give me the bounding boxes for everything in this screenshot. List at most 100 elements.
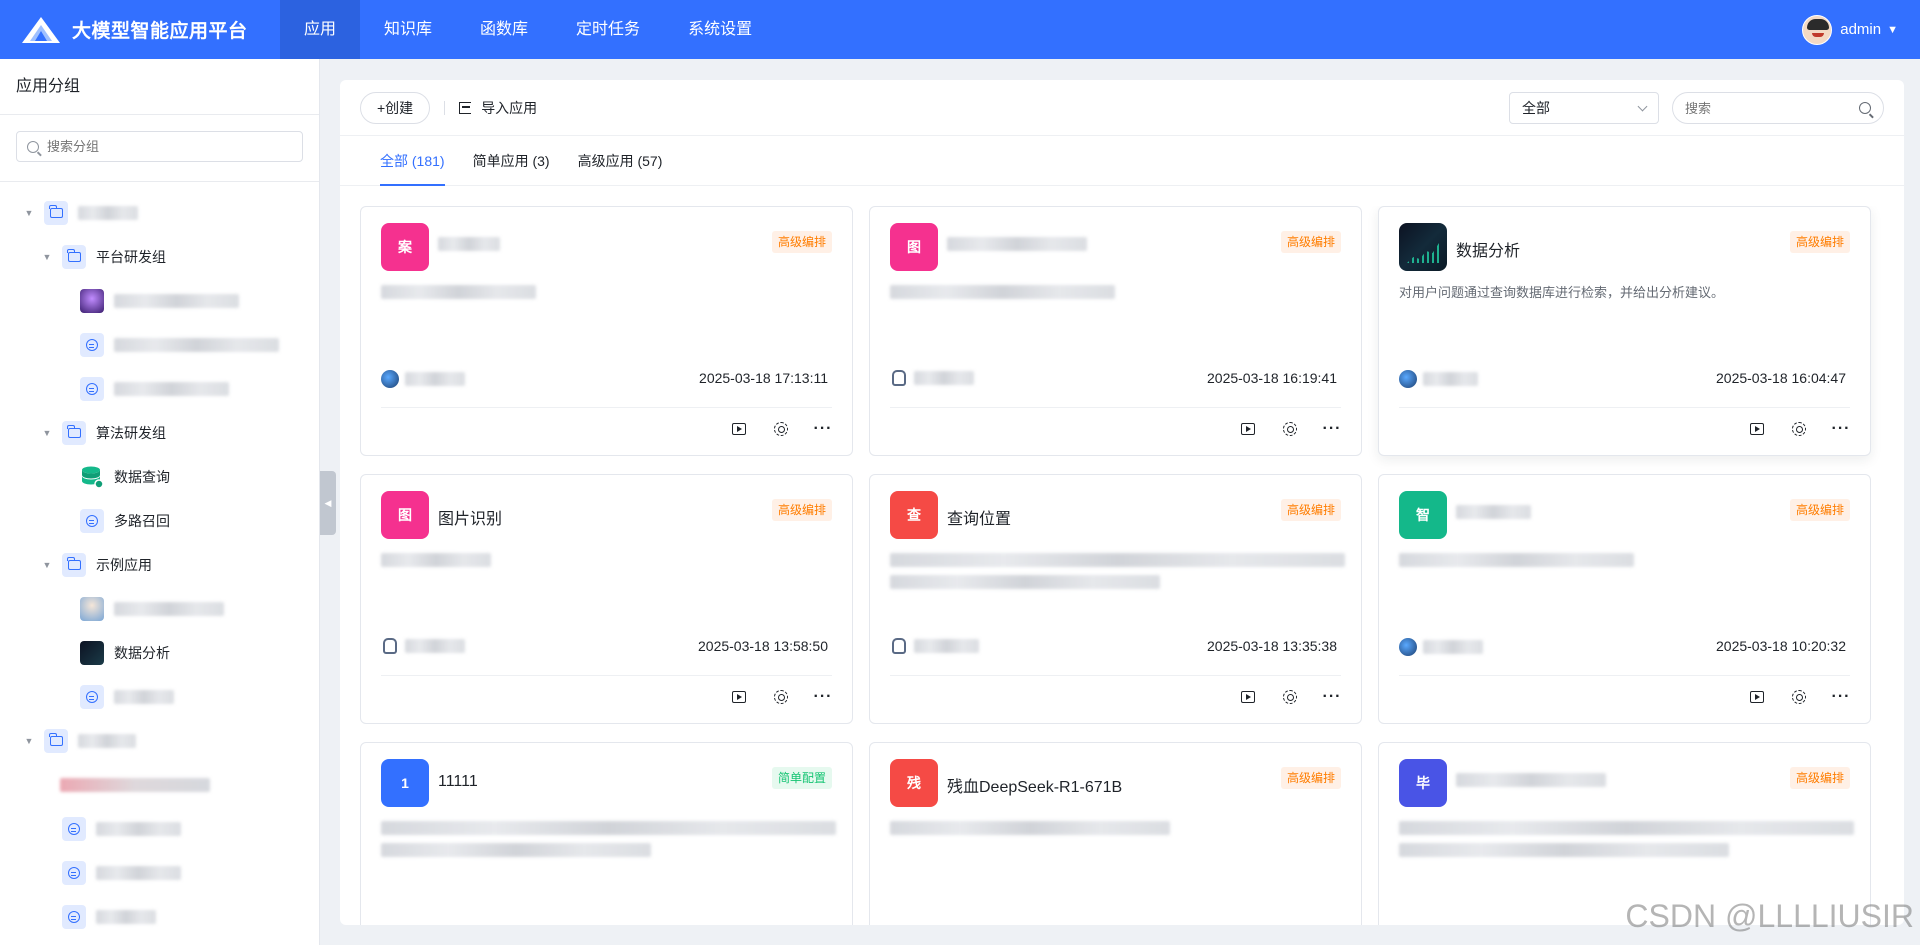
user-menu[interactable]: admin ▼ — [1802, 0, 1898, 59]
caret-down-icon[interactable]: ▼ — [42, 560, 52, 570]
more-button[interactable]: ··· — [1323, 420, 1341, 438]
main-nav: 应用 知识库 函数库 定时任务 系统设置 — [280, 0, 776, 59]
app-name: 查询位置 — [947, 511, 1012, 528]
tab-advanced[interactable]: 高级应用 (57) — [578, 136, 663, 186]
caret-down-icon[interactable]: ▼ — [42, 428, 52, 438]
tree-group-root[interactable]: ▼ — [0, 191, 319, 235]
run-button[interactable] — [1748, 420, 1766, 438]
app-search[interactable] — [1672, 92, 1884, 124]
app-type-tag: 高级编排 — [1280, 231, 1341, 253]
tree-app-item[interactable] — [0, 851, 319, 895]
tree-app-item[interactable] — [0, 763, 319, 807]
tree-app-multi-recall[interactable]: 多路召回 — [0, 499, 319, 543]
settings-button[interactable] — [1790, 420, 1808, 438]
app-search-input[interactable] — [1685, 100, 1845, 116]
card-divider — [381, 407, 832, 408]
data-analysis-icon — [1399, 223, 1447, 271]
search-icon[interactable] — [1859, 102, 1871, 114]
app-card[interactable]: 智 高级编排 2025-03-18 10:20:32 ··· — [1378, 474, 1871, 724]
more-button[interactable]: ··· — [1323, 688, 1341, 706]
app-card-icon: 查 — [890, 491, 938, 539]
app-card[interactable]: 图 高级编排 2025-03-18 16:19:41 ··· — [869, 206, 1362, 456]
more-button[interactable]: ··· — [814, 420, 832, 438]
run-button[interactable] — [730, 420, 748, 438]
tab-simple[interactable]: 简单应用 (3) — [473, 136, 550, 186]
nav-scheduled-tasks[interactable]: 定时任务 — [552, 0, 664, 59]
nav-settings[interactable]: 系统设置 — [664, 0, 776, 59]
app-card[interactable]: 查 查询位置 高级编排 2025-03-18 13:35:38 ··· — [869, 474, 1362, 724]
more-button[interactable]: ··· — [814, 688, 832, 706]
caret-down-icon[interactable]: ▼ — [42, 252, 52, 262]
tree-app-item[interactable] — [0, 895, 319, 939]
app-card[interactable]: 案 高级编排 2025-03-18 17:13:11 ··· — [360, 206, 853, 456]
settings-button[interactable] — [772, 688, 790, 706]
import-label: 导入应用 — [481, 99, 538, 116]
play-icon — [1750, 423, 1764, 435]
settings-button[interactable] — [772, 420, 790, 438]
app-name-redacted — [96, 822, 181, 836]
folder-icon — [62, 553, 86, 577]
user-name: admin — [1840, 21, 1882, 38]
app-updated-time: 2025-03-18 17:13:11 — [699, 370, 828, 386]
tree-group-algorithm[interactable]: ▼ 算法研发组 — [0, 411, 319, 455]
sidebar-title: 应用分组 — [0, 59, 319, 115]
caret-down-icon[interactable]: ▼ — [24, 208, 34, 218]
create-button[interactable]: +创建 — [360, 91, 431, 124]
brand[interactable]: 大模型智能应用平台 — [0, 15, 280, 45]
app-name-redacted — [96, 910, 156, 924]
settings-button[interactable] — [1281, 420, 1299, 438]
tree-group-platform[interactable]: ▼ 平台研发组 — [0, 235, 319, 279]
tree-app-data-analysis[interactable]: 数据分析 — [0, 631, 319, 675]
tree-app-item[interactable] — [0, 323, 319, 367]
play-icon — [732, 423, 746, 435]
card-actions: ··· — [1724, 420, 1850, 438]
top-navbar: 大模型智能应用平台 应用 知识库 函数库 定时任务 系统设置 admin ▼ — [0, 0, 1920, 59]
run-button[interactable] — [1239, 420, 1257, 438]
tree-group-examples[interactable]: ▼ 示例应用 — [0, 543, 319, 587]
more-icon: ··· — [813, 420, 833, 437]
tree-app-data-query[interactable]: 数据查询 — [0, 455, 319, 499]
app-card[interactable]: 1 11111 简单配置 — [360, 742, 853, 925]
caret-down-icon[interactable]: ▼ — [24, 736, 34, 746]
tree-app-item[interactable] — [0, 587, 319, 631]
run-button[interactable] — [1239, 688, 1257, 706]
nav-apps[interactable]: 应用 — [280, 0, 361, 59]
import-app-button[interactable]: 导入应用 — [459, 98, 537, 118]
group-search[interactable] — [16, 131, 303, 162]
nav-functions[interactable]: 函数库 — [456, 0, 552, 59]
settings-button[interactable] — [1790, 688, 1808, 706]
app-card[interactable]: 数据分析 高级编排 对用户问题通过查询数据库进行检索，并给出分析建议。 2025… — [1378, 206, 1871, 456]
nav-knowledge[interactable]: 知识库 — [360, 0, 456, 59]
app-card-icon: 智 — [1399, 491, 1447, 539]
more-button[interactable]: ··· — [1832, 420, 1850, 438]
tab-all[interactable]: 全部 (181) — [380, 136, 445, 186]
app-updated-time: 2025-03-18 16:04:47 — [1716, 370, 1846, 386]
chevron-left-icon: ◀ — [324, 497, 332, 508]
type-filter-select[interactable]: 全部 — [1509, 92, 1659, 124]
app-name: 残血DeepSeek-R1-671B — [947, 779, 1123, 796]
more-button[interactable]: ··· — [1832, 688, 1850, 706]
chat-icon — [80, 333, 104, 357]
user-avatar — [1802, 14, 1833, 45]
app-name-redacted — [114, 690, 174, 704]
group-search-input[interactable] — [47, 139, 287, 154]
tree-app-item[interactable] — [0, 367, 319, 411]
app-owner — [1399, 638, 1483, 656]
tree-app-item[interactable] — [0, 675, 319, 719]
app-owner — [381, 638, 465, 654]
sidebar-collapse-button[interactable]: ◀ — [320, 471, 336, 535]
run-button[interactable] — [1748, 688, 1766, 706]
tree-app-item[interactable] — [0, 807, 319, 851]
tree-group-root[interactable]: ▼ — [0, 719, 319, 763]
app-card[interactable]: 残 残血DeepSeek-R1-671B 高级编排 — [869, 742, 1362, 925]
app-desc-redacted — [381, 285, 536, 299]
robot-avatar — [892, 638, 906, 654]
run-button[interactable] — [730, 688, 748, 706]
more-icon: ··· — [1831, 688, 1851, 705]
owner-avatar — [381, 370, 399, 388]
settings-button[interactable] — [1281, 688, 1299, 706]
gear-icon — [1792, 422, 1806, 436]
app-card[interactable]: 图 图片识别 高级编排 2025-03-18 13:58:50 ··· — [360, 474, 853, 724]
tree-app-item[interactable] — [0, 279, 319, 323]
group-label: 示例应用 — [96, 557, 152, 573]
